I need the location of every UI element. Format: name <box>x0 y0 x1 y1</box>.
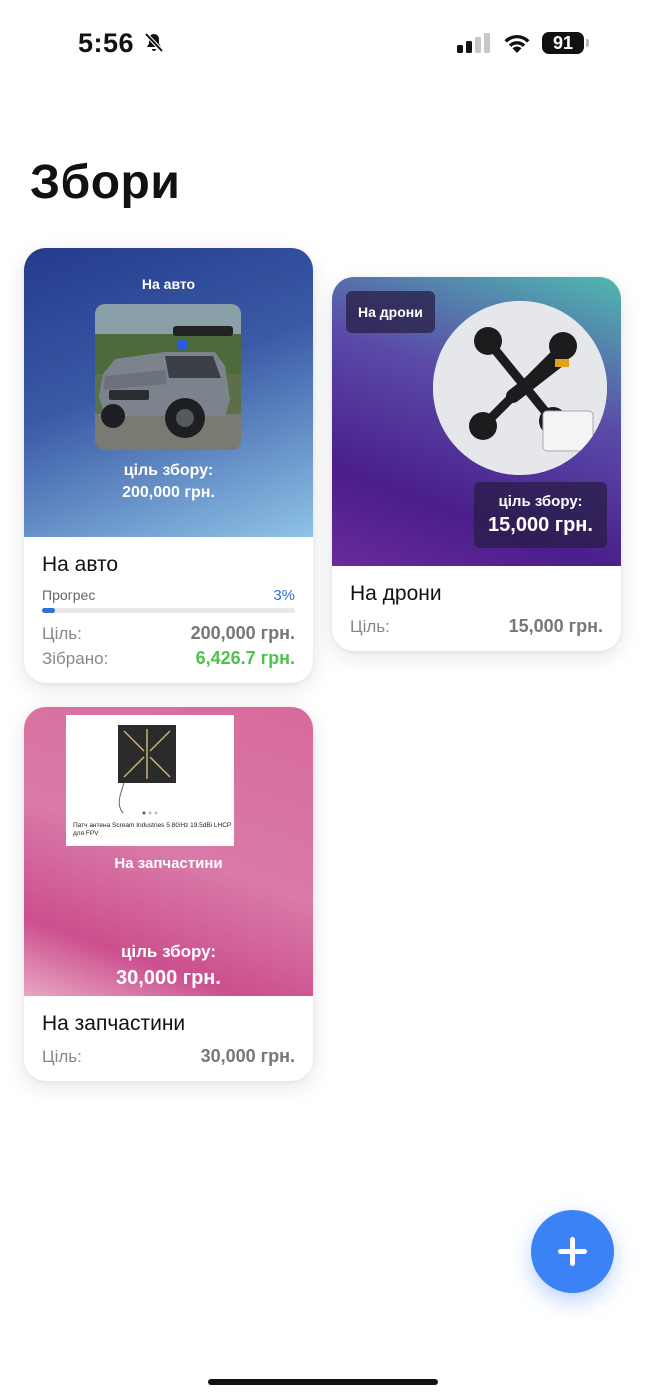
goal-label: Ціль: <box>42 1047 82 1066</box>
signal-icon <box>457 33 490 53</box>
goal-banner: ціль збору: 200,000 грн. <box>24 460 313 504</box>
progress-percent: 3% <box>273 587 295 604</box>
card-body: На запчастини Ціль: 30,000 грн. <box>24 996 313 1081</box>
battery-level: 91 <box>542 32 584 54</box>
card-name: На авто <box>42 553 119 576</box>
progress-header: Прогрес 3% <box>42 587 295 604</box>
drone-photo <box>433 301 607 475</box>
goal-label: ціль збору: <box>498 493 583 510</box>
page-title: Збори <box>30 156 181 209</box>
hero-title: На авто <box>141 276 196 292</box>
goal-row: Ціль: 200,000 грн. <box>42 623 295 644</box>
wifi-icon <box>504 34 530 53</box>
fundraiser-card-drones[interactable]: На дрони ціль збору: 15,000 грн. На дрон… <box>332 277 621 651</box>
status-time: 5:56 <box>78 28 135 58</box>
plus-icon <box>558 1237 587 1266</box>
card-hero: На дрони ціль збору: 15,000 грн. <box>332 277 621 566</box>
card-body: На авто Прогрес 3% Ціль: 200,000 грн. Зі… <box>24 537 313 683</box>
goal-value: 30,000 грн. <box>200 1046 295 1066</box>
product-screenshot: Патч антена Scream Industries 5.8GHz 19.… <box>66 715 234 846</box>
goal-row: Ціль: 15,000 грн. <box>350 616 603 637</box>
bell-slash-icon <box>144 32 164 53</box>
product-caption: Патч антена Scream Industries 5.8GHz 19.… <box>73 822 232 837</box>
collected-value: 6,426.7 грн. <box>195 648 295 668</box>
card-name: На дрони <box>350 582 442 605</box>
goal-row: Ціль: 30,000 грн. <box>42 1046 295 1067</box>
goal-label: ціль збору: <box>120 942 217 961</box>
card-hero: На авто ціль збору: 200,000 грн. <box>24 248 313 537</box>
home-indicator <box>208 1379 438 1385</box>
hero-title: На дрони <box>346 291 435 333</box>
progress-fill <box>42 608 55 613</box>
car-photo <box>95 304 241 450</box>
collected-row: Зібрано: 6,426.7 грн. <box>42 648 295 669</box>
progress-bar <box>42 608 295 613</box>
collected-label: Зібрано: <box>42 649 109 668</box>
add-fundraiser-button[interactable] <box>531 1210 614 1293</box>
goal-banner: ціль збору: 30,000 грн. <box>24 939 313 991</box>
goal-value: 200,000 грн. <box>190 623 295 643</box>
goal-value: 15,000 грн. <box>508 616 603 636</box>
goal-label: ціль збору: <box>123 462 214 479</box>
fundraiser-card-parts[interactable]: Патч антена Scream Industries 5.8GHz 19.… <box>24 707 313 1081</box>
goal-banner: ціль збору: 15,000 грн. <box>474 482 607 548</box>
goal-label: Ціль: <box>42 624 82 643</box>
goal-label: Ціль: <box>350 617 390 636</box>
goal-amount: 30,000 грн. <box>116 967 221 989</box>
card-body: На дрони Ціль: 15,000 грн. <box>332 566 621 651</box>
card-hero: Патч антена Scream Industries 5.8GHz 19.… <box>24 707 313 996</box>
fundraiser-card-auto[interactable]: На авто ціль збору: 200,000 грн. На авто… <box>24 248 313 683</box>
card-name: На запчастини <box>42 1012 186 1035</box>
progress-label: Прогрес <box>42 587 96 603</box>
goal-amount: 200,000 грн. <box>122 484 215 501</box>
battery-icon: 91 <box>542 32 590 54</box>
hero-title: На запчастини <box>114 855 223 872</box>
goal-amount: 15,000 грн. <box>488 514 593 536</box>
